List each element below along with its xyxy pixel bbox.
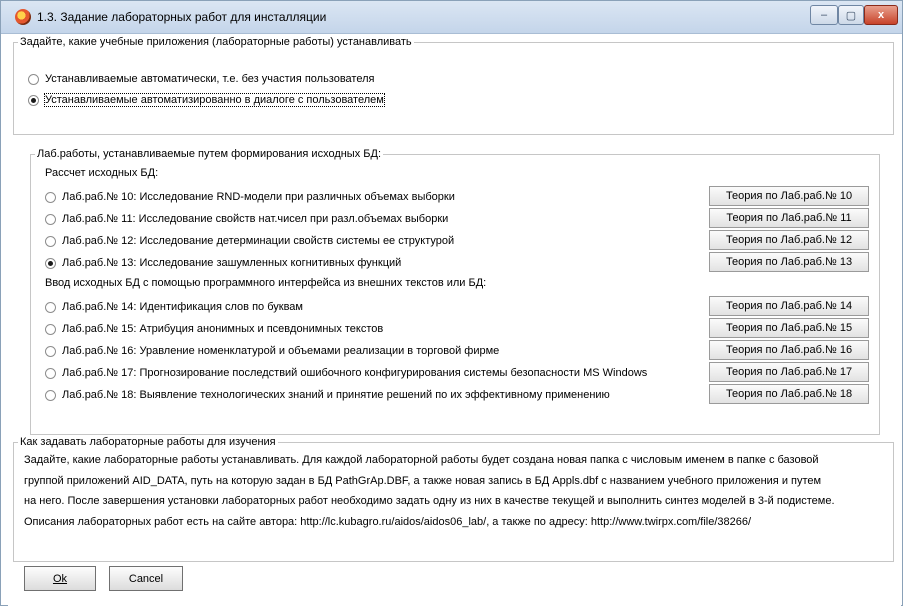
lab-10-radio[interactable] xyxy=(45,191,56,203)
theory-lab-13-button[interactable]: Теория по Лаб.раб.№ 13 xyxy=(709,252,869,272)
section-input-title: Ввод исходных БД с помощью программного … xyxy=(45,277,487,289)
help-line: Описания лабораторных работ есть на сайт… xyxy=(24,515,752,528)
theory-lab-16-button[interactable]: Теория по Лаб.раб.№ 16 xyxy=(709,340,869,360)
close-button[interactable]: x xyxy=(864,5,898,25)
title-bar[interactable]: 1.3. Задание лабораторных работ для инст… xyxy=(1,1,902,34)
mode-dialog-label: Устанавливаемые автоматизированно в диал… xyxy=(44,93,385,107)
help-text: Задайте, какие лабораторные работы устан… xyxy=(24,450,894,532)
minimize-button[interactable]: – xyxy=(810,5,838,25)
mode-option-dialog[interactable]: Устанавливаемые автоматизированно в диал… xyxy=(28,93,385,107)
theory-lab-14-button[interactable]: Теория по Лаб.раб.№ 14 xyxy=(709,296,869,316)
lab-option-16[interactable]: Лаб.раб.№ 16: Уравление номенклатурой и … xyxy=(45,345,499,357)
lab-18-radio[interactable] xyxy=(45,389,56,401)
lab-17-radio[interactable] xyxy=(45,367,56,379)
help-legend: Как задавать лабораторные работы для изу… xyxy=(20,436,276,448)
cancel-button-label: Cancel xyxy=(128,572,164,585)
window-title: 1.3. Задание лабораторных работ для инст… xyxy=(37,10,327,24)
lab-option-18[interactable]: Лаб.раб.№ 18: Выявление технологических … xyxy=(45,389,610,401)
lab-12-label: Лаб.раб.№ 12: Исследование детерминации … xyxy=(62,235,455,247)
lab-option-12[interactable]: Лаб.раб.№ 12: Исследование детерминации … xyxy=(45,235,454,247)
lab-13-label: Лаб.раб.№ 13: Исследование зашумленных к… xyxy=(62,257,402,269)
lab-18-label: Лаб.раб.№ 18: Выявление технологических … xyxy=(62,389,610,401)
lab-option-14[interactable]: Лаб.раб.№ 14: Идентификация слов по букв… xyxy=(45,301,303,313)
help-line: на него. После завершения установки лабо… xyxy=(24,495,835,507)
maximize-icon: ▢ xyxy=(845,9,857,22)
lab-option-11[interactable]: Лаб.раб.№ 11: Исследование свойств нат.ч… xyxy=(45,213,448,225)
theory-lab-15-button[interactable]: Теория по Лаб.раб.№ 15 xyxy=(709,318,869,338)
lab-14-label: Лаб.раб.№ 14: Идентификация слов по букв… xyxy=(62,301,303,313)
ok-button-label: Ok xyxy=(52,572,68,585)
lab-option-10[interactable]: Лаб.раб.№ 10: Исследование RND-модели пр… xyxy=(45,191,455,203)
lab-10-label: Лаб.раб.№ 10: Исследование RND-модели пр… xyxy=(62,191,455,203)
theory-lab-17-button[interactable]: Теория по Лаб.раб.№ 17 xyxy=(709,362,869,382)
lab-16-label: Лаб.раб.№ 16: Уравление номенклатурой и … xyxy=(62,345,500,357)
lab-option-15[interactable]: Лаб.раб.№ 15: Атрибуция анонимных и псев… xyxy=(45,323,383,335)
labs-group: Лаб.работы, устанавливаемые путем формир… xyxy=(30,148,880,435)
install-mode-group: Задайте, какие учебные приложения (лабор… xyxy=(13,36,894,135)
help-group: Как задавать лабораторные работы для изу… xyxy=(13,436,894,562)
lab-11-radio[interactable] xyxy=(45,213,56,225)
cancel-button[interactable]: Cancel xyxy=(109,566,183,591)
lab-11-label: Лаб.раб.№ 11: Исследование свойств нат.ч… xyxy=(62,213,449,225)
app-icon xyxy=(15,9,31,25)
lab-15-radio[interactable] xyxy=(45,323,56,335)
section-calc-title: Рассчет исходных БД: xyxy=(45,167,159,179)
theory-lab-18-button[interactable]: Теория по Лаб.раб.№ 18 xyxy=(709,384,869,404)
dialog-content: Задайте, какие учебные приложения (лабор… xyxy=(8,34,901,607)
help-line: группой приложений AID_DATA, путь на кот… xyxy=(24,474,822,487)
lab-option-17[interactable]: Лаб.раб.№ 17: Прогнозирование последстви… xyxy=(45,367,647,379)
lab-16-radio[interactable] xyxy=(45,345,56,357)
mode-option-auto[interactable]: Устанавливаемые автоматически, т.е. без … xyxy=(28,73,374,85)
mode-auto-label: Устанавливаемые автоматически, т.е. без … xyxy=(45,73,375,85)
labs-legend: Лаб.работы, устанавливаемые путем формир… xyxy=(37,148,381,160)
lab-12-radio[interactable] xyxy=(45,235,56,247)
mode-dialog-radio[interactable] xyxy=(28,94,39,106)
help-line: Задайте, какие лабораторные работы устан… xyxy=(24,454,819,466)
close-icon: x xyxy=(877,9,885,21)
maximize-button[interactable]: ▢ xyxy=(838,5,864,25)
theory-lab-11-button[interactable]: Теория по Лаб.раб.№ 11 xyxy=(709,208,869,228)
theory-lab-12-button[interactable]: Теория по Лаб.раб.№ 12 xyxy=(709,230,869,250)
lab-14-radio[interactable] xyxy=(45,301,56,313)
lab-17-label: Лаб.раб.№ 17: Прогнозирование последстви… xyxy=(62,367,648,379)
lab-option-13[interactable]: Лаб.раб.№ 13: Исследование зашумленных к… xyxy=(45,257,401,269)
lab-13-radio[interactable] xyxy=(45,257,56,269)
lab-15-label: Лаб.раб.№ 15: Атрибуция анонимных и псев… xyxy=(62,323,384,335)
dialog-window: 1.3. Задание лабораторных работ для инст… xyxy=(0,0,903,607)
minimize-icon: – xyxy=(820,9,828,21)
install-mode-legend: Задайте, какие учебные приложения (лабор… xyxy=(20,36,412,48)
ok-button[interactable]: Ok xyxy=(24,566,96,591)
mode-auto-radio[interactable] xyxy=(28,73,39,85)
theory-lab-10-button[interactable]: Теория по Лаб.раб.№ 10 xyxy=(709,186,869,206)
